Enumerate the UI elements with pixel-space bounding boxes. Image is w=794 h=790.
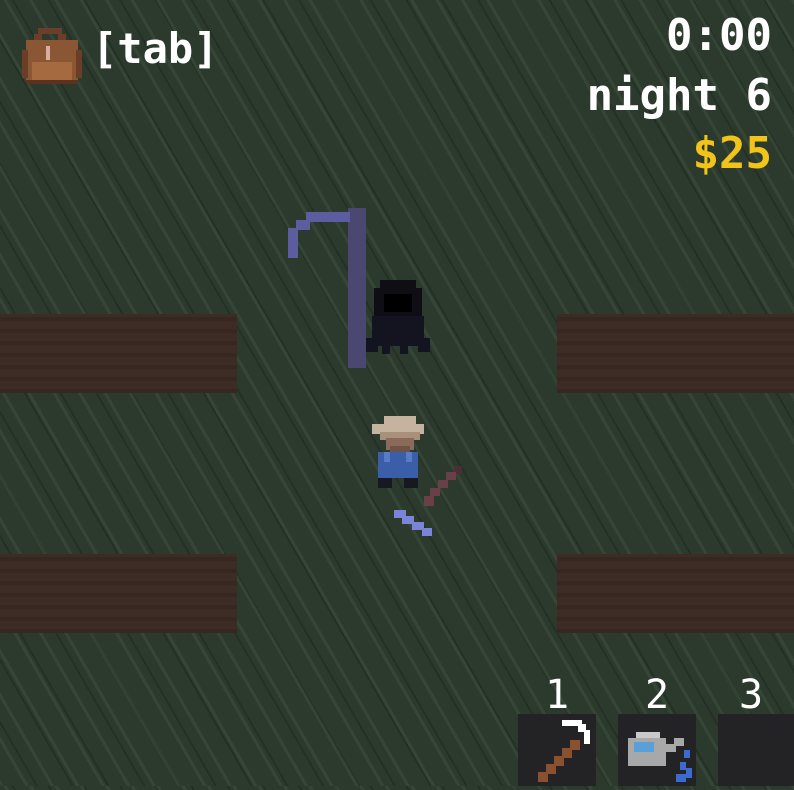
hotbar-slot-1-number: 1 (544, 672, 570, 718)
soil-plot-bottom-left (0, 554, 237, 633)
watering-can-icon (628, 732, 692, 782)
hotbar-slot-2[interactable] (618, 714, 696, 786)
inventory-hint-label: [tab] (92, 24, 219, 73)
soil-plot-top-right (557, 314, 794, 393)
soil-plot-bottom-right (557, 554, 794, 633)
hotbar-slot-2-number: 2 (644, 672, 670, 718)
farmer-player[interactable] (370, 412, 470, 542)
clock-text: 0:00 (666, 10, 772, 61)
hotbar-slot-1[interactable] (518, 714, 596, 786)
night-counter: night 6 (586, 70, 772, 121)
hotbar-slot-3-number: 3 (738, 672, 764, 718)
money-counter: $25 (692, 128, 772, 179)
scythe-icon (538, 720, 590, 782)
soil-plot-top-left (0, 314, 237, 393)
backpack-icon[interactable] (20, 28, 86, 86)
grim-reaper-enemy[interactable] (286, 208, 436, 370)
hotbar-slot-3[interactable] (718, 714, 794, 786)
